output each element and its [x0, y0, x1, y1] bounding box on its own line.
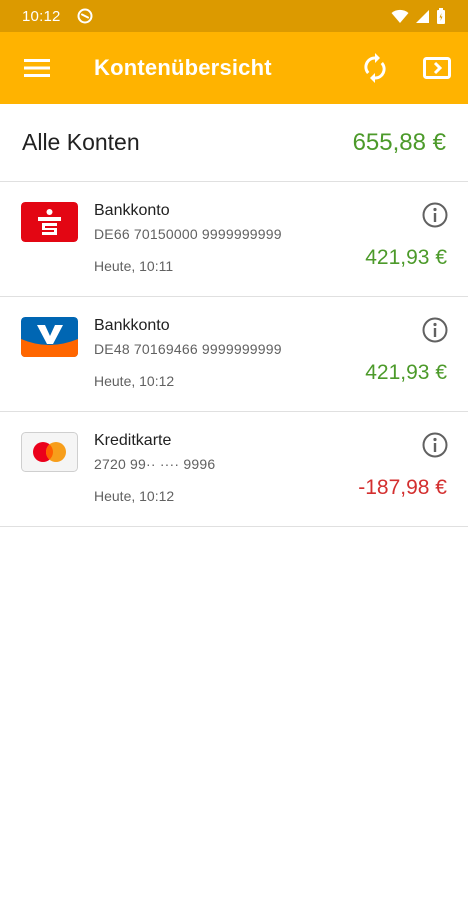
total-label: Alle Konten — [22, 129, 140, 155]
info-icon[interactable] — [422, 432, 448, 458]
signal-icon — [416, 9, 429, 23]
account-card-number: 2720 99·· ···· 9996 — [94, 456, 216, 472]
sync-icon — [364, 53, 386, 83]
mastercard-logo-icon — [21, 432, 78, 472]
menu-button[interactable] — [0, 32, 74, 104]
account-name: Bankkonto — [94, 317, 170, 334]
app-bar: Kontenübersicht — [0, 32, 468, 104]
account-iban: DE66 70150000 9999999999 — [94, 226, 282, 242]
account-item[interactable]: Bankkonto DE48 70169466 9999999999 Heute… — [0, 297, 468, 412]
account-updated: Heute, 10:11 — [94, 258, 174, 274]
account-iban: DE48 70169466 9999999999 — [94, 341, 282, 357]
account-amount: 421,93 € — [365, 361, 447, 384]
at-notification-icon — [77, 8, 93, 24]
account-updated: Heute, 10:12 — [94, 488, 175, 504]
status-time: 10:12 — [22, 7, 61, 25]
sparkasse-logo-icon — [21, 202, 78, 242]
info-icon[interactable] — [422, 202, 448, 228]
status-bar: 10:12 — [0, 0, 468, 32]
account-item[interactable]: Kreditkarte 2720 99·· ···· 9996 Heute, 1… — [0, 412, 468, 527]
page-title: Kontenübersicht — [94, 55, 272, 80]
export-icon — [423, 57, 451, 79]
account-updated: Heute, 10:12 — [94, 373, 175, 389]
account-item[interactable]: Bankkonto DE66 70150000 9999999999 Heute… — [0, 182, 468, 297]
account-name: Bankkonto — [94, 202, 170, 219]
info-icon[interactable] — [422, 317, 448, 343]
account-name: Kreditkarte — [94, 432, 172, 449]
total-amount: 655,88 € — [352, 128, 446, 156]
battery-icon — [437, 8, 445, 24]
account-amount: -187,98 € — [358, 476, 447, 499]
total-row: Alle Konten 655,88 € — [0, 104, 468, 182]
sync-button[interactable] — [344, 32, 406, 104]
volksbank-logo-icon — [21, 317, 78, 357]
account-amount: 421,93 € — [365, 246, 447, 269]
menu-icon — [24, 59, 50, 77]
export-button[interactable] — [406, 32, 468, 104]
wifi-icon — [391, 9, 409, 23]
